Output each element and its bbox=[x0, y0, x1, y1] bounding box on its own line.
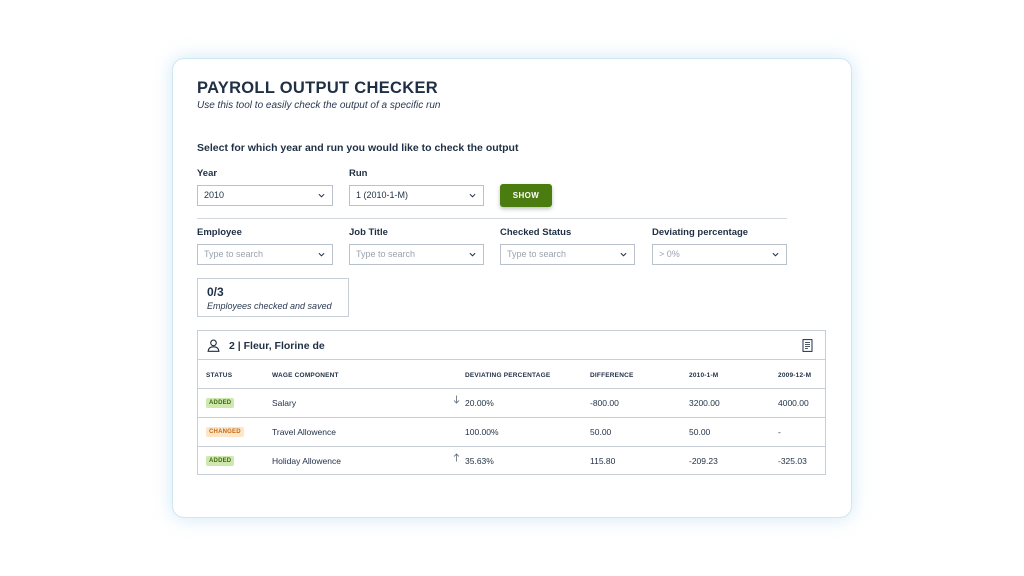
employee-filter[interactable]: Type to search bbox=[197, 244, 333, 265]
year-select[interactable]: 2010 bbox=[197, 185, 333, 206]
employee-panel-header[interactable]: 2 | Fleur, Florine de bbox=[198, 331, 825, 360]
checked-status-filter[interactable]: Type to search bbox=[500, 244, 635, 265]
previous-run-value: 4000.00 bbox=[778, 398, 809, 408]
status-badge: ADDED bbox=[206, 456, 235, 466]
row-divider bbox=[198, 388, 825, 389]
chevron-down-icon bbox=[469, 252, 476, 257]
job-title-filter-label: Job Title bbox=[349, 227, 388, 238]
checked-status-filter-label: Checked Status bbox=[500, 227, 572, 238]
row-divider bbox=[198, 446, 825, 447]
employee-name: 2 | Fleur, Florine de bbox=[229, 340, 325, 352]
checked-count: 0/3 bbox=[207, 285, 224, 299]
job-title-filter-placeholder: Type to search bbox=[356, 249, 416, 259]
checked-status-filter-placeholder: Type to search bbox=[507, 249, 567, 259]
column-header-deviating-percentage: DEVIATING PERCENTAGE bbox=[465, 372, 551, 379]
chevron-down-icon bbox=[318, 252, 325, 257]
previous-run-value: - bbox=[778, 427, 781, 437]
deviating-percentage: 100.00% bbox=[465, 427, 499, 437]
difference: 50.00 bbox=[590, 427, 612, 437]
previous-run-value: -325.03 bbox=[778, 456, 807, 466]
employee-filter-label: Employee bbox=[197, 227, 242, 238]
row-divider bbox=[198, 417, 825, 418]
employee-panel: 2 | Fleur, Florine de STATUS WAGE COMPON… bbox=[197, 330, 826, 475]
wage-component: Holiday Allowence bbox=[272, 456, 341, 466]
column-header-difference: DIFFERENCE bbox=[590, 372, 634, 379]
column-header-current-run: 2010-1-M bbox=[689, 372, 719, 379]
arrow-down-icon bbox=[453, 395, 460, 404]
wage-component: Travel Allowence bbox=[272, 427, 336, 437]
chevron-down-icon bbox=[620, 252, 627, 257]
deviating-percentage-filter-label: Deviating percentage bbox=[652, 227, 749, 238]
job-title-filter[interactable]: Type to search bbox=[349, 244, 484, 265]
deviating-percentage: 35.63% bbox=[465, 456, 494, 466]
status-badge: ADDED bbox=[206, 398, 235, 408]
difference: 115.80 bbox=[590, 456, 616, 466]
employee-filter-placeholder: Type to search bbox=[204, 249, 264, 259]
status-badge: CHANGED bbox=[206, 427, 244, 437]
checked-count-label: Employees checked and saved bbox=[207, 301, 332, 311]
column-header-status: STATUS bbox=[206, 372, 233, 379]
year-value: 2010 bbox=[204, 190, 225, 200]
deviating-percentage-filter-placeholder: > 0% bbox=[659, 249, 680, 259]
page-title: PAYROLL OUTPUT CHECKER bbox=[197, 79, 438, 97]
show-button[interactable]: SHOW bbox=[500, 184, 552, 207]
column-header-wage-component: WAGE COMPONENT bbox=[272, 372, 339, 379]
wage-component: Salary bbox=[272, 398, 297, 408]
deviating-percentage-filter[interactable]: > 0% bbox=[652, 244, 787, 265]
column-header-previous-run: 2009-12-M bbox=[778, 372, 812, 379]
current-run-value: -209.23 bbox=[689, 456, 718, 466]
page-subtitle: Use this tool to easily check the output… bbox=[197, 100, 441, 111]
deviating-percentage: 20.00% bbox=[465, 398, 494, 408]
year-label: Year bbox=[197, 168, 218, 179]
checked-counter: 0/3 Employees checked and saved bbox=[197, 278, 349, 317]
payroll-checker-card: PAYROLL OUTPUT CHECKER Use this tool to … bbox=[172, 58, 852, 518]
chevron-down-icon bbox=[469, 193, 476, 198]
chevron-down-icon bbox=[318, 193, 325, 198]
arrow-up-icon bbox=[453, 453, 460, 462]
difference: -800.00 bbox=[590, 398, 619, 408]
run-value: 1 (2010-1-M) bbox=[356, 190, 409, 200]
person-icon bbox=[207, 339, 220, 352]
document-icon[interactable] bbox=[802, 339, 813, 352]
run-select[interactable]: 1 (2010-1-M) bbox=[349, 185, 484, 206]
selection-prompt: Select for which year and run you would … bbox=[197, 142, 519, 154]
run-label: Run bbox=[349, 168, 368, 179]
current-run-value: 50.00 bbox=[689, 427, 711, 437]
current-run-value: 3200.00 bbox=[689, 398, 720, 408]
chevron-down-icon bbox=[772, 252, 779, 257]
divider bbox=[197, 218, 787, 219]
